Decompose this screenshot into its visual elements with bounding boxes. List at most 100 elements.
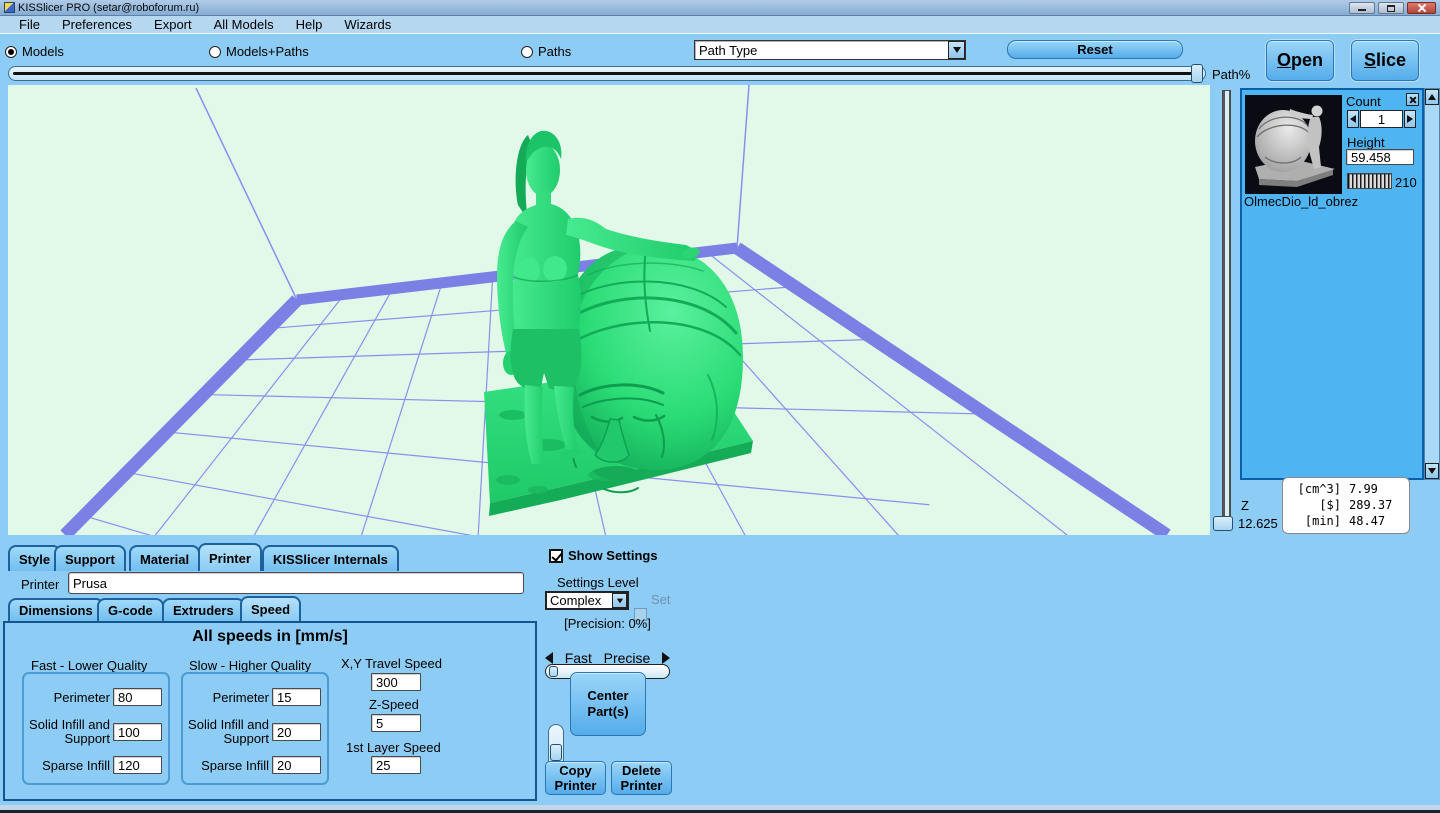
show-settings-checkbox[interactable] <box>549 549 563 563</box>
settings-level-dropdown[interactable]: Complex <box>545 591 629 610</box>
fast-label: Fast <box>565 650 592 666</box>
application-window: KISSlicer PRO (setar@roboforum.ru) File … <box>0 0 1440 813</box>
slow-perimeter-field[interactable] <box>272 688 321 706</box>
minimize-icon <box>1358 9 1366 11</box>
menu-wizards[interactable]: Wizards <box>333 16 402 34</box>
layers-ticker[interactable] <box>1347 173 1392 189</box>
show-settings-toggle[interactable]: Show Settings <box>549 548 658 563</box>
printer-name-field[interactable] <box>68 572 524 594</box>
menu-file[interactable]: File <box>8 16 51 34</box>
travel-speed-label: X,Y Travel Speed <box>341 656 442 671</box>
tab-speed[interactable]: Speed <box>240 596 301 621</box>
stat-volume: [cm^3]7.99 <box>1291 481 1401 497</box>
fast-sparse-infill-row: Sparse Infill <box>24 756 168 774</box>
settings-level-dropdown-arrow[interactable] <box>612 593 627 608</box>
maximize-icon <box>1387 5 1395 12</box>
reset-button[interactable]: Reset <box>1007 40 1183 59</box>
slow-group-box: Perimeter Solid Infill and Support Spars… <box>181 672 329 785</box>
count-increment-button[interactable] <box>1404 110 1416 128</box>
minimize-button[interactable] <box>1349 2 1375 14</box>
z-axis-label: Z <box>1241 498 1249 513</box>
models-paths-radio[interactable] <box>209 46 221 58</box>
precise-label: Precise <box>604 650 651 666</box>
fast-solid-infill-row: Solid Infill and Support <box>24 718 168 746</box>
speed-panel-title: All speeds in [mm/s] <box>5 628 535 646</box>
fast-perimeter-row: Perimeter <box>24 688 168 706</box>
set-label: Set <box>651 592 671 607</box>
stat-cost: [$]289.37 <box>1291 497 1401 513</box>
model-list-panel: Count 1 Height 210 OlmecDio_ld_obrez <box>1240 88 1424 480</box>
count-label: Count <box>1346 94 1381 109</box>
tab-material[interactable]: Material <box>129 545 200 571</box>
path-type-dropdown[interactable]: Path Type <box>694 40 966 60</box>
count-value-field[interactable]: 1 <box>1360 110 1403 128</box>
menu-help[interactable]: Help <box>285 16 334 34</box>
menu-export[interactable]: Export <box>143 16 203 34</box>
fast-sparse-infill-field[interactable] <box>113 756 162 774</box>
arrow-left-icon <box>1350 115 1356 123</box>
slow-solid-infill-field[interactable] <box>272 723 321 741</box>
open-button[interactable]: Open <box>1266 40 1334 81</box>
slow-group-title: Slow - Higher Quality <box>189 658 311 673</box>
arrow-down-icon <box>1428 468 1436 474</box>
slice-button[interactable]: Slice <box>1351 40 1419 81</box>
close-icon <box>1417 3 1427 13</box>
settings-level-label: Settings Level <box>557 575 639 590</box>
scroll-up-button[interactable] <box>1425 89 1439 105</box>
window-titlebar[interactable]: KISSlicer PRO (setar@roboforum.ru) <box>0 0 1440 16</box>
tab-gcode[interactable]: G-code <box>97 598 164 621</box>
precision-slider-thumb[interactable] <box>549 666 558 677</box>
fast-solid-infill-field[interactable] <box>113 723 162 741</box>
window-title: KISSlicer PRO (setar@roboforum.ru) <box>18 2 199 14</box>
viewport-scene <box>8 85 1210 535</box>
z-slider[interactable] <box>1222 90 1231 518</box>
precise-arrow-icon <box>662 652 670 664</box>
fast-perimeter-field[interactable] <box>113 688 162 706</box>
z-slider-thumb[interactable] <box>1213 516 1233 531</box>
models-radio[interactable] <box>5 46 17 58</box>
first-layer-speed-field[interactable] <box>371 756 421 774</box>
path-percent-slider-thumb[interactable] <box>1191 64 1203 83</box>
center-parts-button[interactable]: Center Part(s) <box>570 672 646 736</box>
menu-preferences[interactable]: Preferences <box>51 16 143 34</box>
scroll-down-button[interactable] <box>1425 463 1439 479</box>
tab-dimensions[interactable]: Dimensions <box>8 598 104 621</box>
model-list-scrollbar[interactable] <box>1424 88 1440 480</box>
arrow-right-icon <box>1407 115 1413 123</box>
model-name: OlmecDio_ld_obrez <box>1244 194 1358 209</box>
paths-radio[interactable] <box>521 46 533 58</box>
model-close-button[interactable] <box>1406 93 1419 106</box>
viewport-3d[interactable] <box>8 85 1210 535</box>
slow-perimeter-row: Perimeter <box>183 688 327 706</box>
z-axis-value: 12.625 <box>1238 516 1278 531</box>
delete-printer-button[interactable]: Delete Printer <box>611 761 672 795</box>
path-percent-label: Path% <box>1212 67 1250 82</box>
path-percent-slider[interactable] <box>8 66 1206 81</box>
path-percent-slider-track <box>13 72 1201 75</box>
nudge-vertical-thumb[interactable] <box>550 744 562 761</box>
model-thumbnail[interactable] <box>1245 95 1342 194</box>
tab-kisslicer-internals[interactable]: KISSlicer Internals <box>262 545 399 571</box>
printer-name-label: Printer <box>21 577 59 592</box>
height-field[interactable] <box>1346 149 1414 165</box>
app-icon <box>4 2 15 13</box>
menu-all-models[interactable]: All Models <box>203 16 285 34</box>
path-type-dropdown-arrow[interactable] <box>948 41 965 59</box>
first-layer-speed-label: 1st Layer Speed <box>346 740 441 755</box>
travel-speed-field[interactable] <box>371 673 421 691</box>
view-mode-paths[interactable]: Paths <box>521 44 571 59</box>
count-decrement-button[interactable] <box>1347 110 1359 128</box>
tab-extruders[interactable]: Extruders <box>162 598 245 621</box>
tab-support[interactable]: Support <box>54 545 126 571</box>
maximize-button[interactable] <box>1378 2 1404 14</box>
view-mode-models[interactable]: Models <box>5 44 64 59</box>
height-label: Height <box>1347 135 1385 150</box>
slow-sparse-infill-field[interactable] <box>272 756 321 774</box>
copy-printer-button[interactable]: Copy Printer <box>545 761 606 795</box>
arrow-up-icon <box>1428 94 1436 100</box>
close-button[interactable] <box>1407 2 1436 14</box>
view-mode-models-paths[interactable]: Models+Paths <box>209 44 309 59</box>
chevron-down-icon <box>616 598 622 603</box>
tab-printer[interactable]: Printer <box>198 543 262 571</box>
z-speed-field[interactable] <box>371 714 421 732</box>
